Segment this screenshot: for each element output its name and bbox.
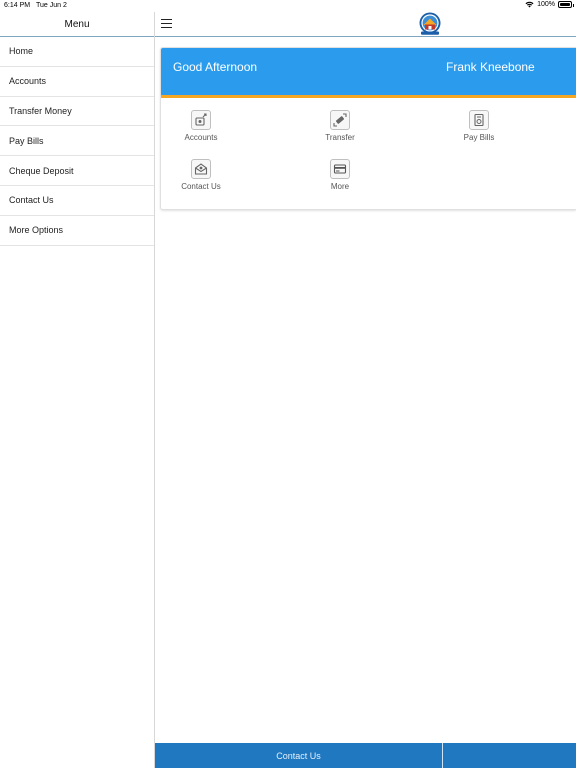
tile-accounts[interactable]: Accounts: [161, 110, 241, 156]
battery-icon: [558, 1, 574, 8]
sidebar-item-home[interactable]: Home: [0, 37, 154, 67]
tile-label: Accounts: [184, 133, 218, 142]
user-name: Frank Kneebone: [446, 60, 535, 74]
bottom-bar-secondary-button[interactable]: [443, 743, 576, 768]
pay-bills-icon: [469, 110, 489, 130]
sidebar-item-pay-bills[interactable]: Pay Bills: [0, 126, 154, 157]
status-bar: 6:14 PM Tue Jun 2 100%: [0, 0, 576, 12]
sidebar-item-more-options[interactable]: More Options: [0, 216, 154, 246]
sidebar: Menu Home Accounts Transfer Money Pay Bi…: [0, 12, 155, 768]
greeting-text: Good Afternoon: [173, 60, 258, 74]
hamburger-menu-icon[interactable]: [161, 19, 172, 28]
more-card-icon: [330, 159, 350, 179]
contact-us-button-label: Contact Us: [276, 750, 321, 761]
tile-contact-us[interactable]: Contact Us: [161, 159, 241, 205]
tile-label: Pay Bills: [463, 133, 495, 142]
dashboard-card: Good Afternoon Frank Kneebone Accounts T…: [160, 47, 576, 210]
status-date: Tue Jun 2: [36, 2, 67, 9]
accounts-icon: [191, 110, 211, 130]
menu-list: Home Accounts Transfer Money Pay Bills C…: [0, 37, 154, 246]
contact-us-button[interactable]: Contact Us: [155, 743, 442, 768]
sidebar-item-cheque-deposit[interactable]: Cheque Deposit: [0, 156, 154, 186]
bank-logo[interactable]: [418, 12, 442, 36]
tile-label: More: [330, 182, 350, 191]
status-indicators: 100%: [525, 1, 574, 8]
transfer-icon: [330, 110, 350, 130]
wifi-icon: [525, 1, 534, 8]
tile-pay-bills[interactable]: Pay Bills: [439, 110, 519, 156]
sidebar-item-accounts[interactable]: Accounts: [0, 67, 154, 97]
bottom-bar: Contact Us: [155, 743, 576, 768]
tile-more[interactable]: More: [300, 159, 380, 205]
sidebar-title: Menu: [0, 12, 154, 37]
contact-us-icon: [191, 159, 211, 179]
tile-label: Contact Us: [181, 182, 221, 191]
tile-transfer[interactable]: Transfer: [300, 110, 380, 156]
tile-label: Transfer: [325, 133, 355, 142]
battery-percent: 100%: [537, 1, 555, 8]
sidebar-item-transfer-money[interactable]: Transfer Money: [0, 97, 154, 127]
battery-fill: [560, 3, 570, 6]
top-bar: [155, 12, 576, 37]
sidebar-item-contact-us[interactable]: Contact Us: [0, 186, 154, 216]
welcome-banner: Good Afternoon Frank Kneebone: [161, 48, 576, 98]
status-time: 6:14 PM: [4, 2, 31, 9]
